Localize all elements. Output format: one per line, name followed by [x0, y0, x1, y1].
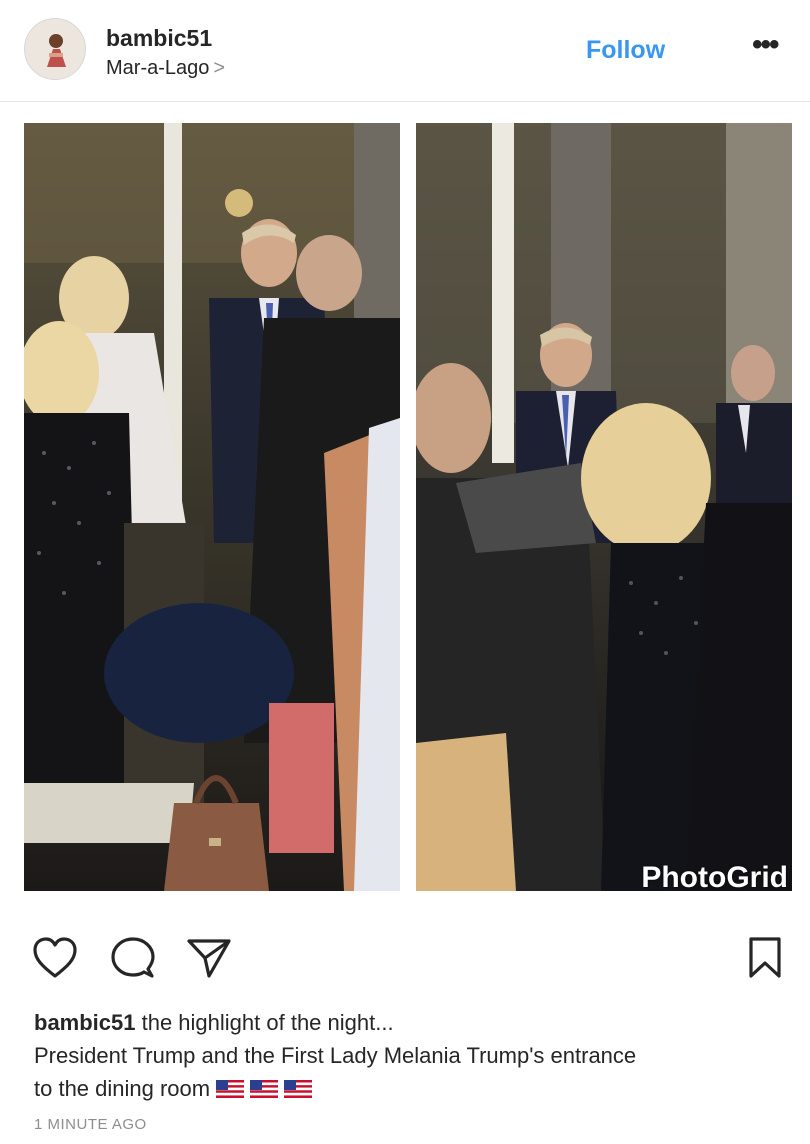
- post-photo-right[interactable]: PhotoGrid: [416, 123, 792, 891]
- caption-line-2: President Trump and the First Lady Melan…: [34, 1043, 637, 1068]
- heart-icon[interactable]: [32, 936, 78, 985]
- action-bar: [0, 936, 810, 986]
- us-flag-icon: [284, 1080, 313, 1098]
- us-flag-icon: [250, 1080, 279, 1098]
- post-header: bambic51 Mar-a-Lago > Follow •••: [0, 0, 810, 102]
- post-username[interactable]: bambic51: [106, 25, 212, 52]
- bookmark-icon[interactable]: [745, 936, 785, 985]
- paper-plane-icon[interactable]: [186, 936, 232, 985]
- post-photo-left[interactable]: [24, 123, 400, 891]
- post-caption: bambic51 the highlight of the night... P…: [34, 1006, 784, 1105]
- us-flag-icon: [216, 1080, 245, 1098]
- comment-icon[interactable]: [110, 936, 156, 985]
- post-location[interactable]: Mar-a-Lago >: [106, 57, 225, 80]
- flag-emoji-group: [210, 1076, 313, 1101]
- location-label: Mar-a-Lago: [106, 57, 210, 79]
- avatar[interactable]: [24, 18, 86, 80]
- caption-line-1: the highlight of the night...: [135, 1010, 394, 1035]
- more-options-icon[interactable]: •••: [752, 28, 779, 62]
- chevron-right-icon: >: [213, 57, 226, 79]
- caption-username[interactable]: bambic51: [34, 1010, 136, 1035]
- follow-button[interactable]: Follow: [586, 36, 665, 65]
- caption-line-3: to the dining room: [34, 1076, 211, 1101]
- photogrid-watermark: PhotoGrid: [641, 861, 788, 891]
- post-timestamp: 1 MINUTE AGO: [34, 1116, 147, 1133]
